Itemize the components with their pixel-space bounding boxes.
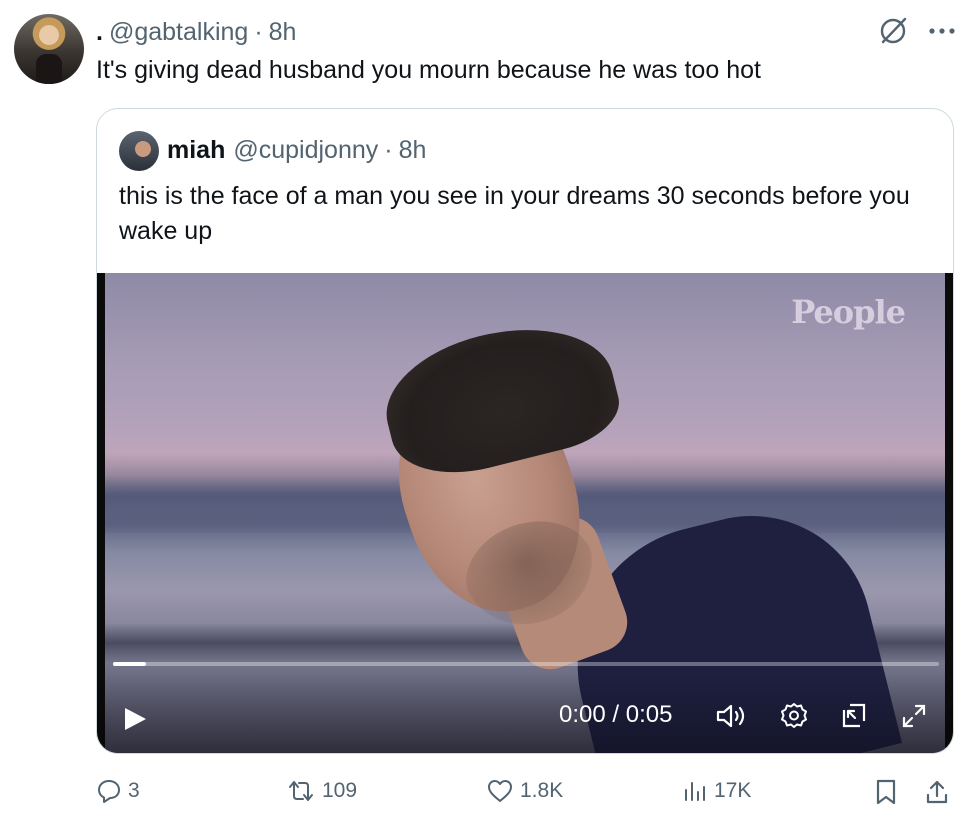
share-button[interactable] [924,778,950,806]
like-count: 1.8K [520,779,564,802]
repost-button[interactable]: 109 [286,778,357,804]
repost-count: 109 [322,779,358,802]
volume-icon[interactable] [715,701,749,736]
progress-bar[interactable] [113,662,939,666]
bookmark-icon [874,778,898,806]
progress-fill [113,662,147,666]
tweet-text: It's giving dead husband you mourn becau… [96,56,761,84]
avatar-figure [36,54,62,84]
like-button[interactable]: 1.8K [486,778,563,804]
video-time: 0:00 / 0:05 [559,701,673,728]
views-count: 17K [714,779,752,802]
views-icon [682,778,708,804]
handle[interactable]: @gabtalking [109,18,248,47]
video-watermark: People [791,293,906,331]
top-icons [878,16,956,46]
quoted-text: this is the face of a man you see in you… [119,182,910,245]
picture-in-picture-icon[interactable] [839,701,869,736]
play-icon[interactable] [121,705,149,738]
tweet-header: . @gabtalking · 8h [96,18,296,47]
views-button[interactable]: 17K [682,778,751,804]
display-name[interactable]: . [96,18,103,47]
heart-icon [486,778,514,804]
separator: · [254,18,263,46]
bookmark-button[interactable] [874,778,898,806]
quoted-tweet[interactable]: miah @cupidjonny · 8h this is the face o… [96,108,954,754]
video-player[interactable]: People 0:00 / 0:05 [97,273,953,753]
repost-icon [286,778,316,804]
reply-icon [96,778,122,804]
reply-button[interactable]: 3 [96,778,140,804]
quoted-display-name[interactable]: miah [167,136,225,165]
quoted-separator: · [384,136,393,164]
reply-count: 3 [128,779,140,802]
no-entry-circle-icon[interactable] [878,16,908,46]
quoted-timestamp[interactable]: 8h [399,136,427,165]
quoted-header: miah @cupidjonny · 8h [167,136,426,165]
action-bar: 3 109 1.8K 17K [96,778,956,812]
fullscreen-icon[interactable] [899,701,929,736]
share-icon [924,778,950,806]
avatar[interactable] [14,14,84,84]
settings-icon[interactable] [779,701,809,736]
video-controls-overlay [97,671,953,753]
quoted-handle[interactable]: @cupidjonny [233,136,378,165]
quoted-avatar[interactable] [119,131,159,171]
timestamp[interactable]: 8h [269,18,297,47]
more-icon[interactable] [928,26,956,36]
